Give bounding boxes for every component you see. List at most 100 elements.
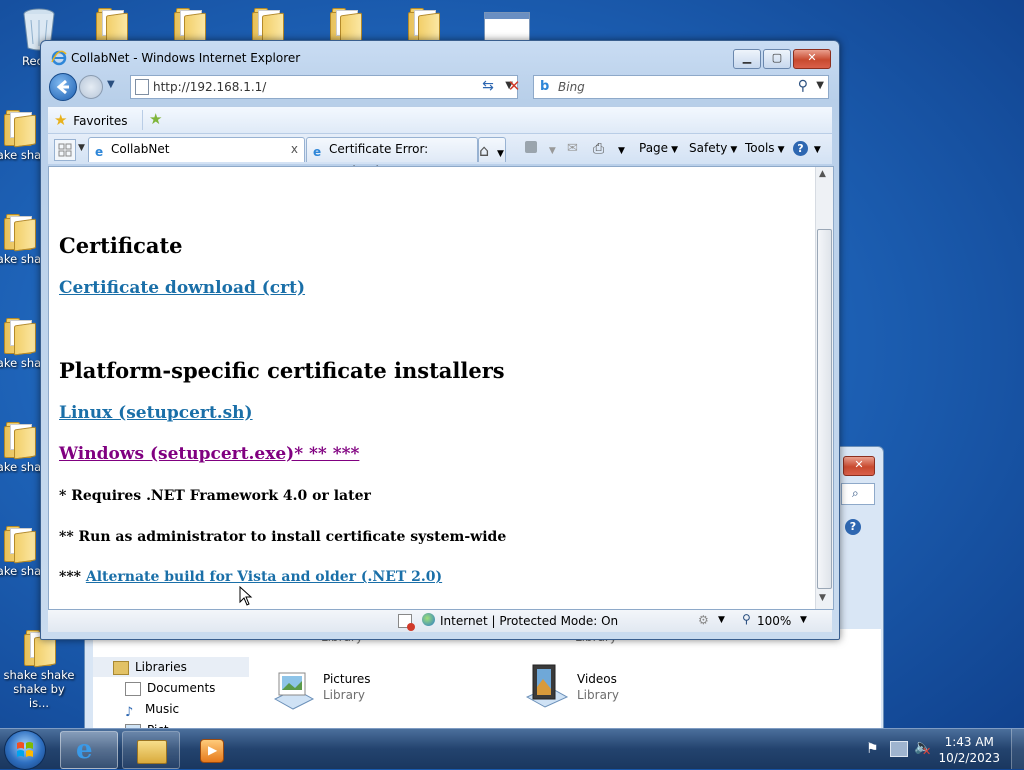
page-content: Certificate Certificate download (crt) P… [48, 166, 834, 610]
ie-tab-icon: e [95, 145, 104, 159]
explorer-search-box[interactable]: ⌕ [841, 483, 875, 505]
refresh-button[interactable]: ⇆ [479, 77, 497, 95]
taskbar: e ▶ ⚑ 🔈 ✕ 1:43 AM 10/2/2023 [0, 728, 1024, 770]
folder-icon [4, 110, 36, 148]
link-alternate-build[interactable]: Alternate build for Vista and older (.NE… [86, 569, 442, 585]
favorites-button[interactable]: ★ Favorites [54, 111, 128, 129]
security-zone-text[interactable]: Internet | Protected Mode: On [440, 614, 618, 628]
dropdown-icon: ▼ [777, 145, 785, 155]
safety-menu[interactable]: Safety ▼ [689, 141, 737, 155]
zoom-level[interactable]: 100% [757, 614, 791, 628]
folder-icon [408, 8, 440, 46]
home-button[interactable]: ⌂ ▼ [479, 141, 504, 160]
bing-icon: b [540, 79, 550, 94]
nav-item-libraries[interactable]: Libraries [113, 658, 187, 676]
dropdown-icon[interactable]: ▼ [718, 615, 725, 625]
maximize-button[interactable]: ▢ [763, 49, 791, 69]
zoom-dropdown-icon[interactable]: ▼ [800, 615, 807, 625]
mouse-cursor-icon [239, 586, 253, 606]
popup-blocked-icon[interactable] [398, 614, 415, 631]
protected-mode-icon[interactable]: ⚙ [698, 613, 709, 627]
libraries-icon [113, 660, 129, 675]
help-icon: ? [793, 141, 808, 156]
history-dropdown-icon[interactable]: ▼ [107, 79, 115, 90]
link-windows-installer[interactable]: Windows (setupcert.exe)* ** *** [59, 444, 359, 464]
link-linux-installer[interactable]: Linux (setupcert.sh) [59, 403, 253, 423]
page-menu[interactable]: Page ▼ [639, 141, 678, 155]
folder-icon [4, 214, 36, 252]
volume-muted-icon[interactable]: 🔈 ✕ [914, 739, 931, 758]
videos-library-icon[interactable] [523, 663, 569, 708]
link-certificate-download[interactable]: Certificate download (crt) [59, 278, 305, 298]
help-button[interactable]: ? ▼ [793, 141, 821, 156]
dropdown-icon: ▼ [496, 149, 504, 159]
tab-collabnet[interactable]: e CollabNet x [88, 137, 305, 162]
tab-certificate-error[interactable]: e Certificate Error: Navigati... [306, 137, 478, 178]
favorites-bar: ★ Favorites ★ [48, 106, 832, 134]
vertical-scrollbar[interactable]: ▲ ▼ [815, 167, 833, 609]
tools-menu[interactable]: Tools ▼ [745, 141, 784, 155]
folder-icon [96, 8, 128, 46]
dropdown-icon: ▼ [813, 145, 821, 155]
search-box[interactable]: b Bing ⚲ ▼ [533, 75, 829, 99]
ie-window[interactable]: CollabNet - Windows Internet Explorer ▁ … [40, 40, 840, 640]
scroll-down-arrow-icon[interactable]: ▼ [819, 593, 826, 603]
add-to-favorites-icon: ★ [149, 110, 163, 128]
feeds-button[interactable]: ▼ [525, 141, 556, 156]
explorer-nav-pane: Libraries Documents ♪Music Pict... [93, 629, 251, 738]
star-icon: ★ [54, 111, 68, 129]
scrollbar-thumb[interactable] [817, 229, 832, 589]
pictures-library-icon[interactable] [269, 669, 315, 713]
network-icon[interactable] [890, 741, 908, 757]
desktop-folder-icon[interactable]: shake shake shake by is... [2, 630, 76, 710]
note-run-as-admin: ** Run as administrator to install certi… [59, 529, 507, 545]
taskbar-media-player-button[interactable]: ▶ [184, 731, 240, 767]
dropdown-icon: ▼ [548, 146, 556, 156]
dropdown-icon: ▼ [671, 145, 678, 155]
printer-icon: ⎙ [593, 141, 605, 157]
explorer-close-button[interactable]: ✕ [843, 456, 875, 476]
address-bar[interactable]: http://192.168.1.1/ ▼ [130, 75, 518, 99]
ie-tab-icon: e [313, 145, 322, 159]
window-title: CollabNet - Windows Internet Explorer [71, 51, 301, 65]
forward-button[interactable] [79, 75, 103, 99]
library-item-videos[interactable]: Videos Library [577, 671, 619, 703]
back-button[interactable] [49, 73, 77, 101]
nav-item-music[interactable]: ♪ Music [125, 700, 179, 720]
clock-time: 1:43 AM [944, 735, 994, 749]
windows-logo-icon [17, 742, 33, 757]
rss-icon [525, 141, 537, 153]
show-desktop-button[interactable] [1011, 729, 1024, 769]
stop-button[interactable]: ✕ [505, 77, 523, 95]
folder-icon [4, 526, 36, 564]
close-button[interactable]: ✕ [793, 49, 831, 69]
address-text: http://192.168.1.1/ [153, 80, 267, 94]
nav-item-documents[interactable]: Documents [125, 679, 215, 697]
start-button[interactable] [4, 730, 46, 770]
taskbar-explorer-button[interactable] [122, 731, 180, 769]
taskbar-ie-button[interactable]: e [60, 731, 118, 769]
help-icon[interactable]: ? [845, 519, 861, 535]
print-button[interactable]: ⎙ ▼ [593, 141, 625, 157]
folder-icon [252, 8, 284, 46]
search-dropdown-icon[interactable]: ▼ [816, 80, 824, 91]
add-favorite-button[interactable]: ★ [142, 110, 165, 130]
folder-icon [174, 8, 206, 46]
media-player-icon: ▶ [200, 739, 224, 763]
tab-list-dropdown-icon[interactable]: ▼ [78, 143, 85, 153]
internet-explorer-icon: e [76, 735, 93, 765]
close-tab-icon[interactable]: x [291, 138, 298, 160]
system-clock[interactable]: 1:43 AM 10/2/2023 [938, 734, 1000, 766]
action-center-flag-icon[interactable]: ⚑ [866, 741, 879, 757]
arrow-left-icon [56, 79, 69, 95]
quick-tabs-button[interactable] [54, 139, 76, 161]
library-item-pictures[interactable]: Pictures Library [323, 671, 371, 703]
search-icon[interactable]: ⚲ [798, 78, 808, 94]
search-placeholder: Bing [558, 80, 585, 94]
page-icon [135, 79, 149, 95]
heading-certificate: Certificate [59, 233, 183, 258]
folder-icon [137, 740, 167, 764]
scroll-up-arrow-icon[interactable]: ▲ [819, 169, 826, 179]
minimize-button[interactable]: ▁ [733, 49, 761, 69]
mail-button[interactable]: ✉ [567, 141, 578, 156]
